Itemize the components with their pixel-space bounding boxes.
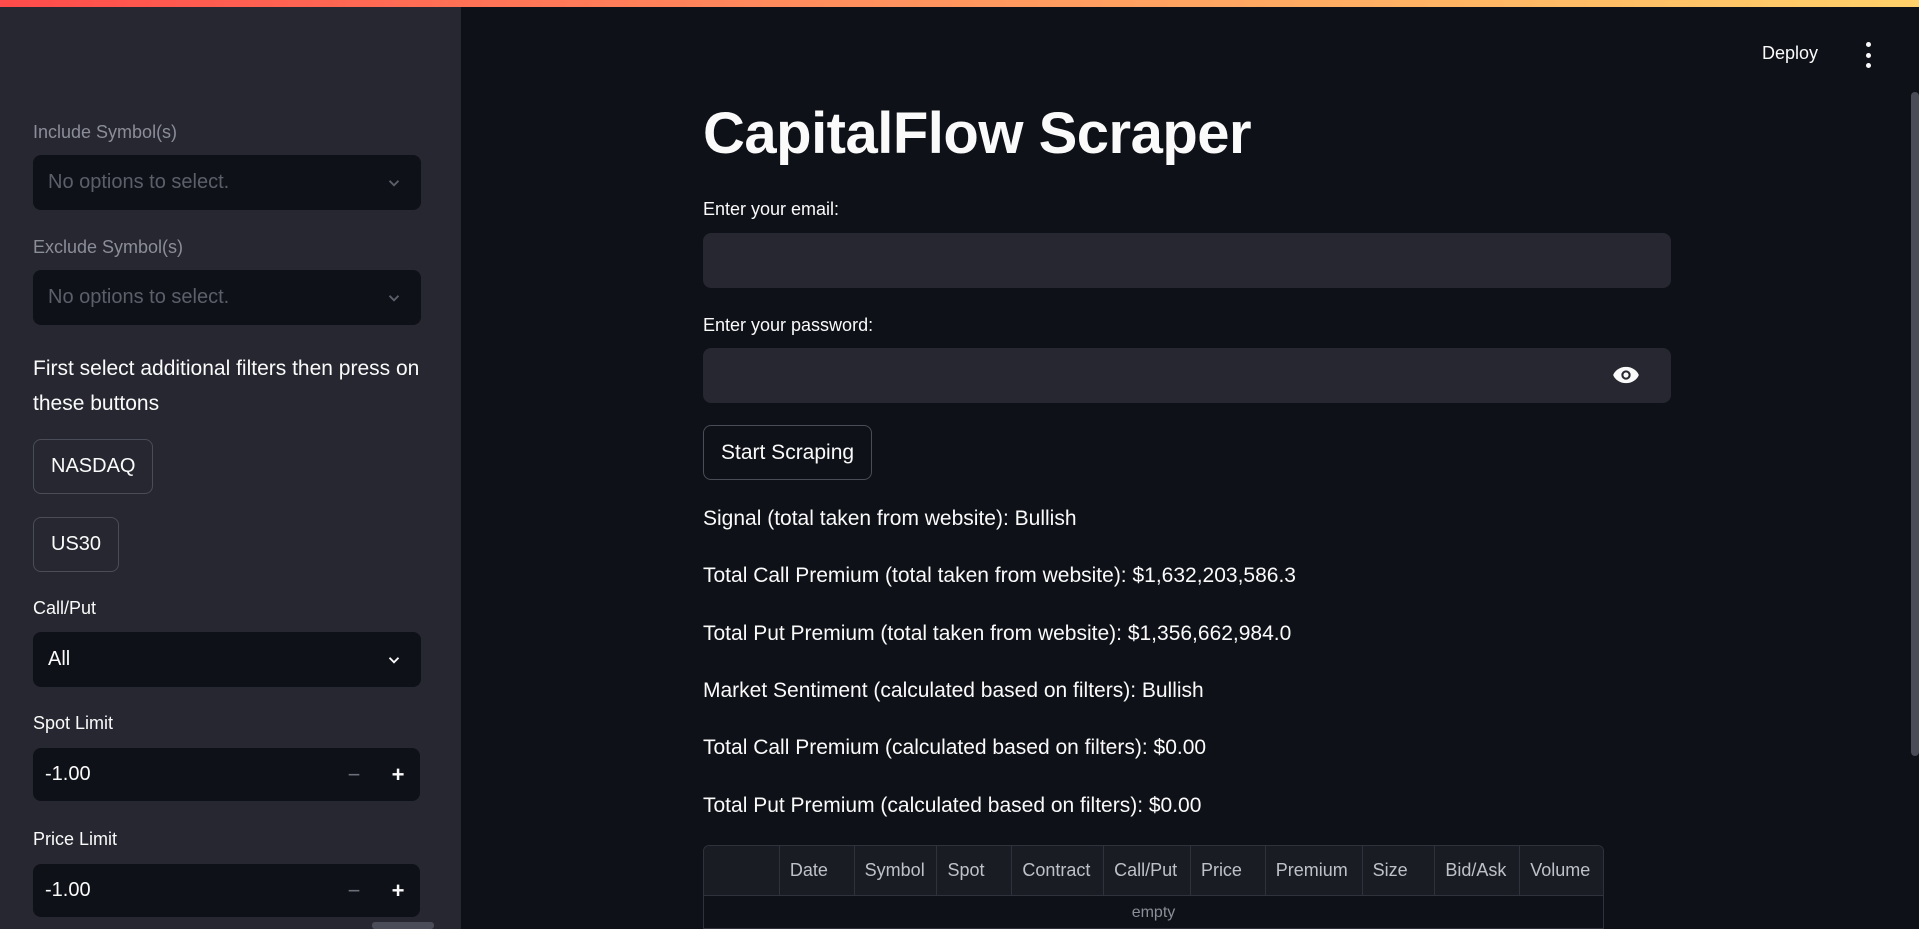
start-scraping-button[interactable]: Start Scraping — [703, 425, 873, 480]
show-password-icon[interactable] — [1612, 364, 1640, 386]
sidebar: Include Symbol(s) No options to select. … — [0, 7, 461, 929]
deploy-button[interactable]: Deploy — [1762, 43, 1818, 64]
table-header-size[interactable]: Size — [1361, 846, 1435, 895]
exclude-symbols-label: Exclude Symbol(s) — [33, 237, 184, 257]
price-decrement-button[interactable]: − — [332, 864, 376, 917]
price-limit-value[interactable]: -1.00 — [33, 879, 332, 902]
results-table: Date Symbol Spot Contract Call/Put Price… — [703, 845, 1604, 929]
main-scrollbar[interactable] — [1911, 92, 1919, 756]
table-header-row: Date Symbol Spot Contract Call/Put Price… — [704, 846, 1603, 896]
callput-select[interactable]: All — [33, 632, 421, 687]
password-field[interactable] — [703, 348, 1671, 403]
callput-label: Call/Put — [33, 598, 97, 618]
include-symbols-label: Include Symbol(s) — [33, 122, 178, 142]
exclude-symbols-placeholder: No options to select. — [48, 286, 230, 308]
spot-limit-label: Spot Limit — [33, 713, 114, 733]
callput-value: All — [48, 648, 71, 670]
spot-increment-button[interactable]: + — [376, 748, 420, 801]
top-decoration-bar — [0, 0, 1919, 7]
table-header-date[interactable]: Date — [778, 846, 854, 895]
price-limit-label: Price Limit — [33, 829, 118, 849]
email-label: Enter your email: — [703, 199, 840, 219]
us30-button[interactable]: US30 — [33, 517, 120, 572]
website-put-premium-text: Total Put Premium (total taken from webs… — [703, 622, 1292, 645]
page-title: CapitalFlow Scraper — [703, 101, 1252, 166]
table-header-contract[interactable]: Contract — [1011, 846, 1103, 895]
table-header-volume[interactable]: Volume — [1519, 846, 1603, 895]
calculated-put-premium-text: Total Put Premium (calculated based on f… — [703, 794, 1202, 817]
table-header-index[interactable] — [704, 846, 779, 895]
chevron-down-icon — [388, 179, 400, 187]
spot-limit-input[interactable]: -1.00 − + — [33, 748, 420, 801]
sidebar-scrollbar[interactable] — [372, 922, 434, 929]
password-label: Enter your password: — [703, 315, 874, 335]
website-call-premium-text: Total Call Premium (total taken from web… — [703, 564, 1296, 587]
table-header-bidask[interactable]: Bid/Ask — [1434, 846, 1519, 895]
exclude-symbols-select[interactable]: No options to select. — [33, 270, 421, 325]
filter-instruction-text: First select additional filters then pre… — [33, 357, 420, 415]
table-header-symbol[interactable]: Symbol — [853, 846, 937, 895]
calculated-call-premium-text: Total Call Premium (calculated based on … — [703, 736, 1207, 759]
kebab-menu-icon[interactable] — [1860, 42, 1876, 68]
table-header-spot[interactable]: Spot — [936, 846, 1011, 895]
chevron-down-icon — [388, 294, 400, 302]
nasdaq-button[interactable]: NASDAQ — [33, 439, 154, 494]
table-empty-message: empty — [1131, 904, 1176, 921]
signal-text: Signal (total taken from website): Bulli… — [703, 507, 1077, 530]
spot-limit-value[interactable]: -1.00 — [33, 763, 332, 786]
table-header-premium[interactable]: Premium — [1264, 846, 1362, 895]
price-increment-button[interactable]: + — [376, 864, 420, 917]
spot-decrement-button[interactable]: − — [332, 748, 376, 801]
email-field[interactable] — [703, 233, 1671, 288]
price-limit-input[interactable]: -1.00 − + — [33, 864, 420, 917]
table-header-callput[interactable]: Call/Put — [1103, 846, 1190, 895]
include-symbols-select[interactable]: No options to select. — [33, 155, 421, 210]
table-header-price[interactable]: Price — [1189, 846, 1265, 895]
chevron-down-icon — [388, 656, 400, 664]
include-symbols-placeholder: No options to select. — [48, 171, 230, 193]
market-sentiment-text: Market Sentiment (calculated based on fi… — [703, 679, 1204, 702]
